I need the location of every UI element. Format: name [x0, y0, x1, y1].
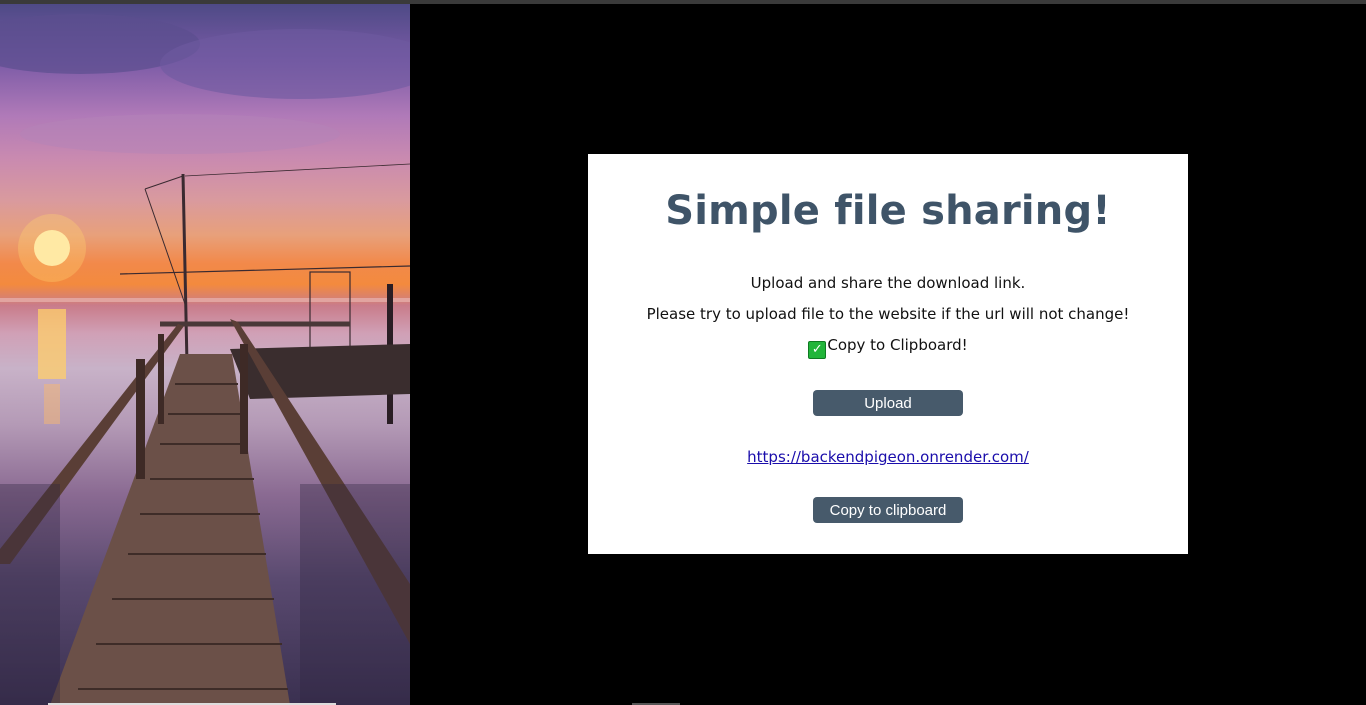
pier-sunset-illustration — [0, 14, 410, 705]
upload-button[interactable]: Upload — [813, 390, 963, 416]
page-title: Simple file sharing! — [665, 188, 1111, 234]
subtitle-text: Upload and share the download link. — [750, 274, 1026, 292]
download-link[interactable]: https://backendpigeon.onrender.com/ — [588, 448, 1188, 466]
upload-card: Simple file sharing! Upload and share th… — [588, 154, 1188, 554]
check-mark-icon: ✓ — [808, 341, 827, 359]
copy-to-clipboard-button[interactable]: Copy to clipboard — [813, 497, 963, 523]
copy-status-text: Copy to Clipboard! — [827, 336, 968, 354]
hero-image — [0, 4, 410, 705]
instruction-text: Please try to upload file to the website… — [646, 305, 1130, 323]
copy-status: ✓ Copy to Clipboard! — [588, 336, 1188, 359]
